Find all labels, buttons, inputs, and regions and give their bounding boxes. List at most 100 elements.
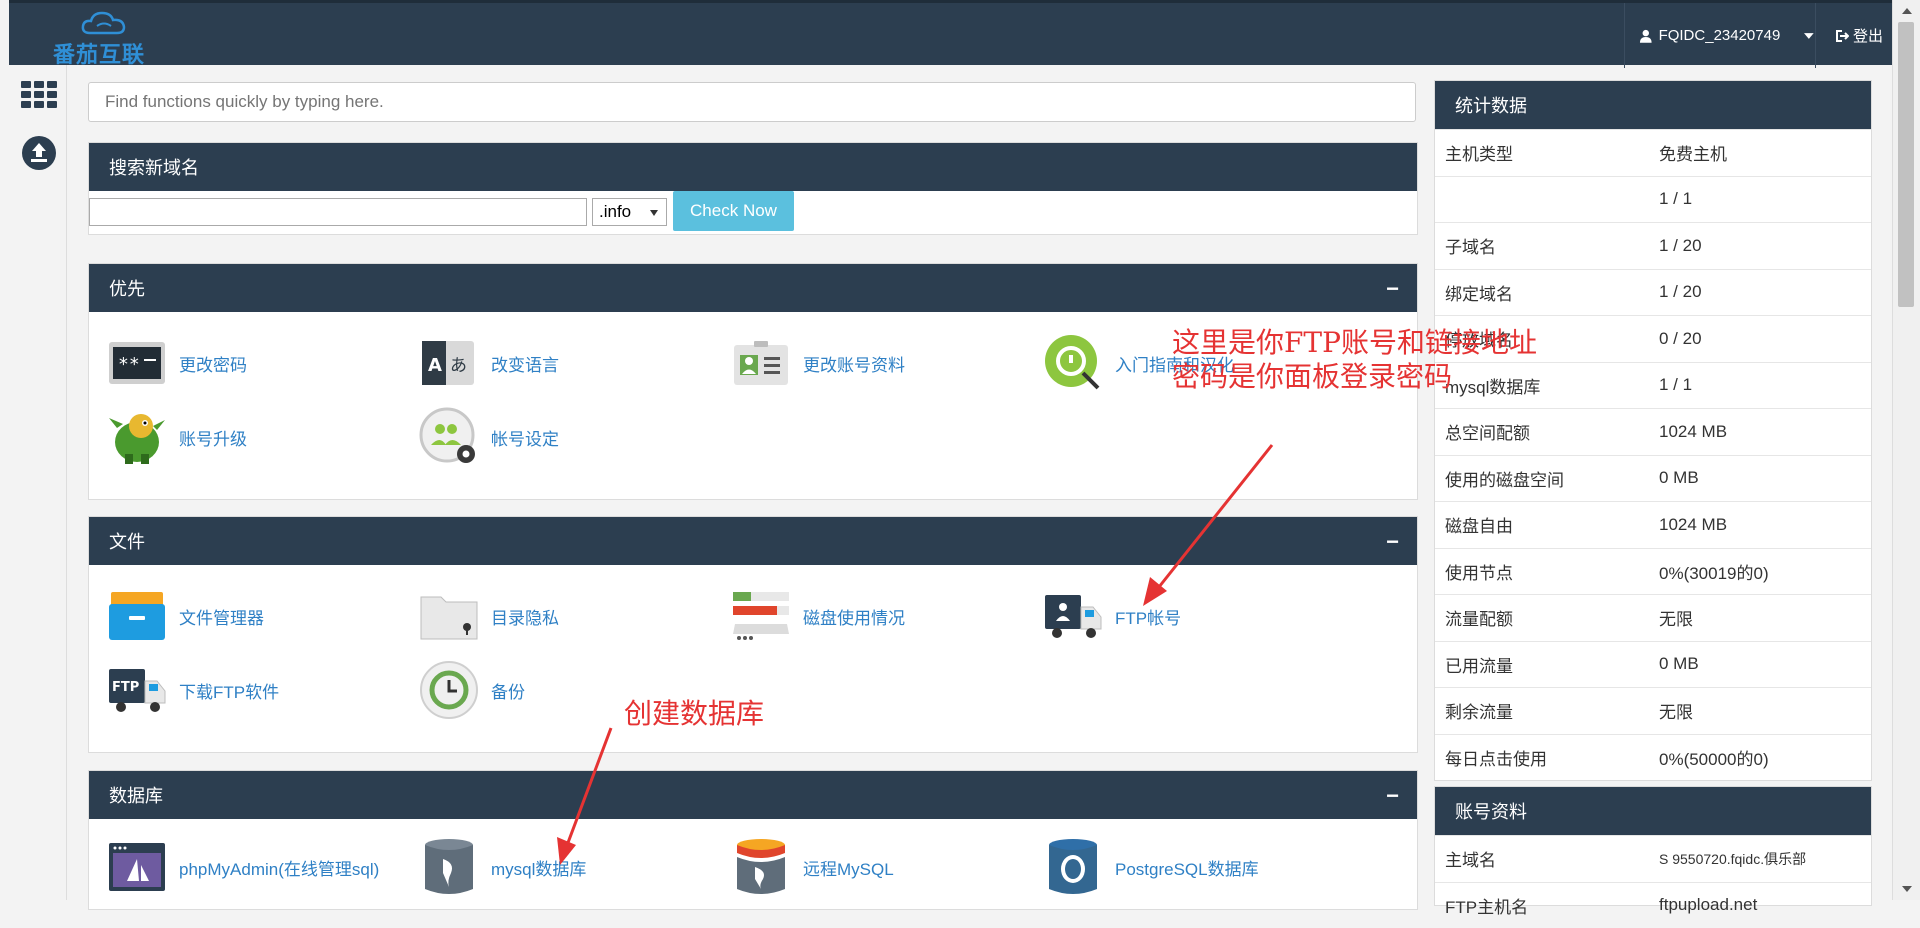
backup-clock-icon [419,660,479,720]
stat-value: 1024 MB [1659,515,1871,535]
mysql-databases-item[interactable]: mysql数据库 [419,837,586,897]
remote-mysql-icon [731,837,791,897]
folder-lock-icon [419,586,479,646]
databases-collapse-button[interactable]: − [1386,783,1399,809]
scroll-up-icon[interactable] [1893,2,1920,18]
stat-value: 无限 [1659,605,1871,630]
stat-key: 使用节点 [1435,559,1659,584]
ftp-annotation-line2: 密码是你面板登录密码 [1172,360,1537,394]
stat-row: 总空间配额1024 MB [1435,408,1871,455]
databases-panel-header: 数据库 − [89,771,1417,819]
backup-item[interactable]: 备份 [419,660,525,720]
tld-select[interactable]: .info [592,198,667,226]
account-row: 主域名 S 9550720.fqidc.俱乐部 [1435,835,1871,882]
stat-value: 0 / 20 [1659,329,1871,349]
change-language-label: 改变语言 [491,351,559,376]
language-icon: Aあ [419,333,479,393]
change-password-label: 更改密码 [179,351,247,376]
user-menu[interactable]: FQIDC_23420749 [1624,3,1814,68]
phpmyadmin-label: phpMyAdmin(在线管理sql) [179,855,379,880]
page-scrollbar[interactable] [1892,0,1920,900]
stat-value: 1024 MB [1659,422,1871,442]
ftp-accounts-item[interactable]: FTP帐号 [1043,586,1181,646]
db-annotation-text: 创建数据库 [624,692,764,732]
upload-icon[interactable] [21,135,57,171]
priority-panel-header: 优先 − [89,264,1417,312]
files-panel-header: 文件 − [89,517,1417,565]
sidebar [9,65,67,900]
file-manager-icon [107,586,167,646]
top-navbar: 番茄互联 FQIDC_23420749 登出 [9,0,1892,65]
remote-mysql-item[interactable]: 远程MySQL [731,837,894,897]
stat-row: 主机类型免费主机 [1435,129,1871,176]
account-info-title: 账号资料 [1435,787,1871,835]
domain-input[interactable] [89,198,587,226]
function-search-input[interactable] [88,82,1416,122]
disk-usage-item[interactable]: 磁盘使用情况 [731,586,905,646]
backup-label: 备份 [491,678,525,703]
databases-panel: 数据库 − phpMyAdmin(在线管理sql) mysql数据库 远程MyS… [88,770,1418,910]
stat-value: 1 / 1 [1659,189,1871,209]
profile-card-icon [731,333,791,393]
remote-mysql-label: 远程MySQL [803,855,894,880]
stat-row: 使用的磁盘空间0 MB [1435,455,1871,502]
svg-text:あ: あ [450,356,467,376]
download-ftp-software-item[interactable]: FTP 下载FTP软件 [107,660,279,720]
stat-key: 每日点击使用 [1435,745,1659,770]
scrollbar-thumb[interactable] [1898,22,1914,307]
stat-key: 主机类型 [1435,140,1659,165]
stat-row: 磁盘自由1024 MB [1435,501,1871,548]
stats-panel: 统计数据 主机类型免费主机1 / 1子域名1 / 20绑定域名1 / 20停放域… [1434,80,1872,781]
svg-text:A: A [428,355,442,376]
disk-usage-icon [731,586,791,646]
stat-row: 子域名1 / 20 [1435,222,1871,269]
stat-value: 无限 [1659,698,1871,723]
directory-privacy-item[interactable]: 目录隐私 [419,586,559,646]
phpmyadmin-item[interactable]: phpMyAdmin(在线管理sql) [107,837,379,897]
stat-key: 剩余流量 [1435,698,1659,723]
priority-collapse-button[interactable]: − [1386,276,1399,302]
file-manager-item[interactable]: 文件管理器 [107,586,264,646]
stat-row: 使用节点0%(30019的0) [1435,548,1871,595]
apps-grid-icon[interactable] [21,77,57,113]
ftp-truck-icon [1043,586,1103,646]
files-collapse-button[interactable]: − [1386,529,1399,555]
stat-row: 1 / 1 [1435,176,1871,223]
account-upgrade-item[interactable]: 账号升级 [107,407,247,467]
postgresql-item[interactable]: PostgreSQL数据库 [1043,837,1259,897]
stat-value: 1 / 20 [1659,236,1871,256]
stat-row: 绑定域名1 / 20 [1435,269,1871,316]
databases-panel-title: 数据库 [109,782,163,808]
download-ftp-software-label: 下载FTP软件 [179,678,279,703]
stat-key: 总空间配额 [1435,419,1659,444]
select-arrow-icon [650,210,658,216]
logout-button[interactable]: 登出 [1815,3,1893,68]
account-settings-label: 帐号设定 [491,425,559,450]
stat-row: 流量配额无限 [1435,594,1871,641]
disk-usage-label: 磁盘使用情况 [803,604,905,629]
account-settings-item[interactable]: 帐号设定 [419,407,559,467]
account-row-value: ftpupload.net [1659,895,1871,915]
brand-logo[interactable]: 番茄互联 [47,7,157,63]
change-profile-item[interactable]: 更改账号资料 [731,333,905,393]
logout-icon [1834,29,1849,43]
stat-row: 每日点击使用0%(50000的0) [1435,734,1871,781]
stat-key: 已用流量 [1435,652,1659,677]
postgresql-label: PostgreSQL数据库 [1115,855,1259,880]
change-language-item[interactable]: Aあ 改变语言 [419,333,559,393]
stat-value: 0%(50000的0) [1659,745,1871,770]
ftp-download-icon: FTP [107,660,167,720]
check-now-button[interactable]: Check Now [673,191,794,231]
scroll-down-icon[interactable] [1893,882,1920,898]
svg-text:FTP: FTP [112,680,139,695]
username: FQIDC_23420749 [1659,27,1781,44]
change-password-item[interactable]: ** 更改密码 [107,333,247,393]
stats-table: 主机类型免费主机1 / 1子域名1 / 20绑定域名1 / 20停放域名0 / … [1435,129,1871,780]
ftp-accounts-label: FTP帐号 [1115,604,1181,629]
files-panel-title: 文件 [109,528,145,554]
domain-search-panel: 搜索新域名 .info Check Now [88,142,1418,235]
getting-started-icon [1043,333,1103,393]
stat-value: 0%(30019的0) [1659,559,1871,584]
caret-down-icon [1804,33,1814,39]
ftp-annotation-line1: 这里是你FTP账号和链接地址 [1172,326,1537,360]
